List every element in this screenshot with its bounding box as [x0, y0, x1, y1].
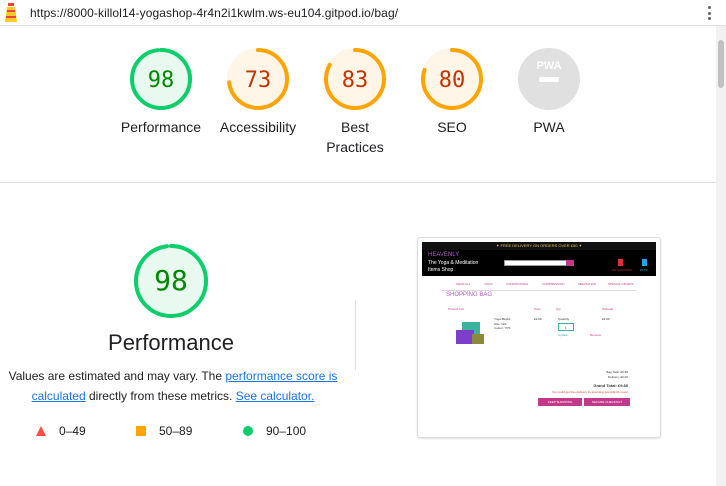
- performance-description: Values are estimated and may vary. The p…: [8, 366, 338, 406]
- gauge-ring-best-practices: 83: [324, 48, 386, 110]
- shot-qty-value: 1: [565, 326, 567, 330]
- shot-brand-tagline: The Yoga & Meditation: [428, 260, 479, 266]
- pwa-dash-icon: [539, 77, 559, 82]
- page-url[interactable]: https://8000-killol14-yogashop-4r4n2i1kw…: [30, 6, 398, 20]
- legend-pass-range: 90–100: [266, 424, 307, 438]
- shot-nav-divider: [442, 290, 636, 291]
- shot-brand-tagline-2: Items Shop: [428, 267, 454, 273]
- shot-account-label: MY ACCOUNT: [612, 268, 632, 272]
- shot-title: SHOPPING BAG: [446, 292, 493, 298]
- legend-average-range: 50–89: [159, 424, 193, 438]
- shot-header: HEAVENLY The Yoga & Meditation Items Sho…: [422, 250, 656, 276]
- final-screenshot[interactable]: ✦ FREE DELIVERY ON ORDERS OVER £50 ✦ HEA…: [417, 237, 661, 438]
- shot-qty-input: 1: [558, 323, 574, 331]
- gauge-label-accessibility: Accessibility: [219, 119, 297, 135]
- gauge-label-best-practices: Best Practices: [326, 119, 384, 155]
- vertical-divider: [355, 300, 356, 370]
- gauge-label-performance: Performance: [120, 119, 202, 135]
- gauge-seo[interactable]: 80 SEO: [404, 45, 500, 137]
- screenshot-page: ✦ FREE DELIVERY ON ORDERS OVER £50 ✦ HEA…: [422, 242, 656, 432]
- shot-brand: HEAVENLY: [428, 252, 460, 258]
- gauge-pwa[interactable]: PWA PWA: [501, 45, 597, 137]
- shot-remove-link: Remove: [590, 333, 602, 337]
- gauge-accessibility[interactable]: 73 Accessibility: [210, 45, 306, 137]
- top-bar: https://8000-killol14-yogashop-4r4n2i1kw…: [0, 0, 726, 26]
- see-calculator-link[interactable]: See calculator.: [236, 389, 315, 403]
- shot-checkout-button: SECURE CHECKOUT: [584, 398, 630, 406]
- shot-delivery-line: Delivery: £0.00: [607, 375, 628, 379]
- performance-title: Performance: [108, 330, 234, 355]
- shot-banner: ✦ FREE DELIVERY ON ORDERS OVER £50 ✦: [422, 242, 656, 250]
- shot-nav-item: MEDITATION: [578, 282, 597, 286]
- gauge-label-seo: SEO: [437, 119, 467, 135]
- shot-nav-item: SHOP ALL: [456, 282, 471, 286]
- gauge-ring-performance: 98: [130, 48, 192, 110]
- gauge-score-best-practices: 83: [342, 68, 369, 93]
- shot-keep-shopping-button: KEEP SHOPPING: [538, 398, 582, 406]
- shot-search-input: [504, 260, 572, 266]
- shot-header-qty: Qty: [556, 307, 561, 311]
- square-icon: [136, 426, 146, 436]
- gauge-ring-pwa: PWA: [518, 48, 580, 110]
- shot-nav-item: SPECIAL OFFERS: [608, 282, 634, 286]
- lighthouse-icon: [5, 3, 17, 22]
- scrollbar-thumb[interactable]: [718, 40, 724, 88]
- shot-nav-item: COMPRESSION: [542, 282, 565, 286]
- gauge-ring-seo: 80: [421, 48, 483, 110]
- shot-nav: SHOP ALL YOGA CONDITIONING COMPRESSION M…: [422, 280, 656, 288]
- shot-grand-total: Grand Total: £9.89: [593, 383, 628, 388]
- section-divider: [0, 182, 716, 183]
- shot-account-icon: [618, 259, 623, 266]
- scrollbar-track[interactable]: [716, 26, 726, 486]
- shot-bag-total: £9.89: [640, 268, 648, 272]
- gauge-best-practices[interactable]: 83 Best Practices: [307, 45, 403, 157]
- shot-bag-icon: [642, 259, 647, 266]
- gauge-label-pwa: PWA: [533, 119, 565, 135]
- shot-nav-item: YOGA: [484, 282, 493, 286]
- shot-subtotal: £9.99: [602, 317, 610, 321]
- desc-text-1: Values are estimated and may vary. The: [8, 369, 226, 383]
- shot-search-icon: [566, 260, 574, 266]
- shot-product-colour: Colour: YPS: [494, 326, 511, 330]
- gauge-performance[interactable]: 98 Performance: [113, 45, 209, 137]
- shot-product-image: [456, 322, 484, 344]
- shot-header-subtotal: Subtotal: [602, 307, 614, 311]
- gauge-score-performance: 98: [148, 68, 175, 93]
- shot-bag-total-line: Bag Total: £9.99: [606, 370, 628, 374]
- performance-large-score: 98: [154, 264, 188, 297]
- pwa-badge-text: PWA: [536, 60, 561, 72]
- legend-fail: 0–49: [35, 424, 86, 438]
- more-options-icon[interactable]: [704, 4, 714, 22]
- gauge-ring-accessibility: 73: [227, 48, 289, 110]
- desc-text-2: directly from these metrics.: [85, 389, 236, 403]
- legend-pass: 90–100: [242, 424, 306, 438]
- shot-price: £9.99: [534, 317, 542, 321]
- legend-fail-range: 0–49: [59, 424, 86, 438]
- circle-icon: [243, 426, 253, 436]
- shot-nav-item: CONDITIONING: [506, 282, 529, 286]
- shot-delivery-note: You could get free delivery by spending …: [551, 390, 628, 394]
- legend-average: 50–89: [135, 424, 192, 438]
- performance-gauge-large: 98: [132, 242, 210, 320]
- shot-header-price: Price: [534, 307, 541, 311]
- gauge-score-accessibility: 73: [245, 68, 272, 93]
- shot-product-name: Yoga Blocks: [494, 317, 511, 321]
- gauge-score-seo: 80: [439, 68, 466, 93]
- shot-update-link: Update: [558, 333, 568, 337]
- shot-quantity-label: Quantity: [558, 317, 570, 321]
- shot-header-product: Product Info: [448, 307, 465, 311]
- triangle-icon: [36, 426, 46, 436]
